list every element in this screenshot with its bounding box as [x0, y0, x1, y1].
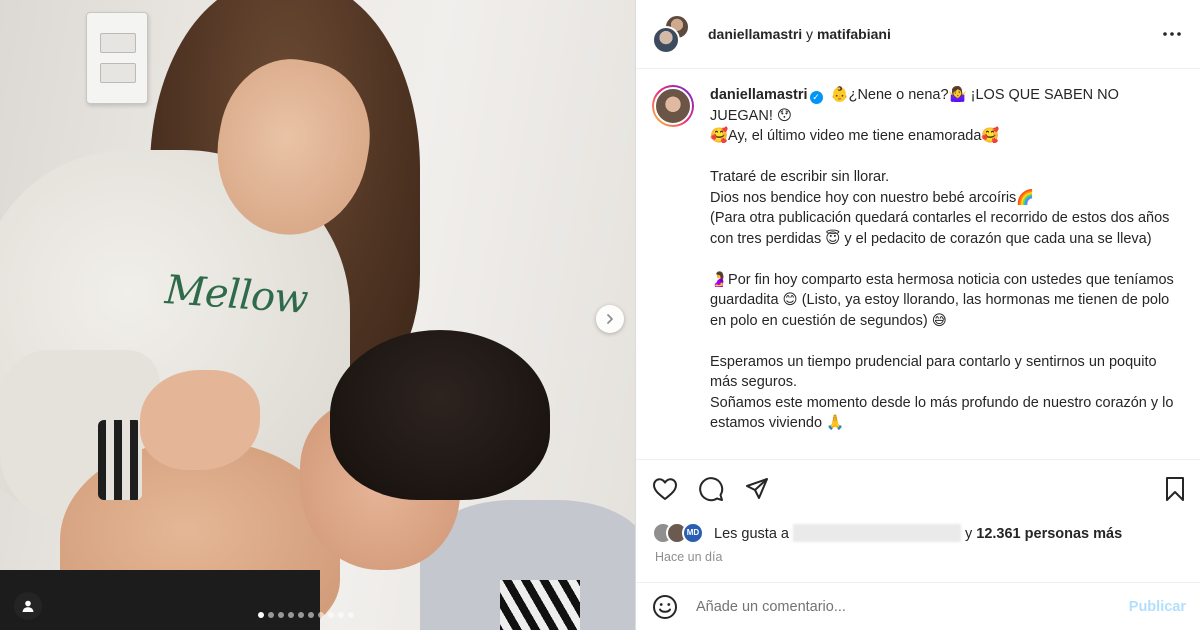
- carousel-dot: [328, 612, 334, 618]
- user-tag-button[interactable]: [14, 592, 42, 620]
- smiley-icon: [653, 594, 677, 619]
- comment-input[interactable]: [696, 598, 1119, 615]
- instagram-post: Mellow daniellamastri y matifabiani dani…: [0, 0, 1200, 630]
- photo-man-hair: [330, 330, 550, 500]
- caption-line: 🤰Por fin hoy comparto esta hermosa notic…: [710, 271, 1174, 329]
- caption-line: Soñamos este momento desde lo más profun…: [710, 394, 1174, 432]
- collab-conjunction: y: [806, 26, 814, 42]
- photo-hoodie-stripes: [500, 580, 580, 630]
- likes-prefix: Les gusta a: [714, 526, 789, 542]
- carousel-dot: [348, 612, 354, 618]
- light-switch: [86, 12, 148, 104]
- collab-usernames: daniellamastri y matifabiani: [708, 26, 891, 42]
- emoji-button[interactable]: [652, 593, 680, 621]
- post-side-panel: daniellamastri y matifabiani daniellamas…: [636, 0, 1200, 630]
- carousel-dot: [338, 612, 344, 618]
- user-tag-icon: [22, 600, 34, 612]
- caption-section: daniellamastri ✓ 👶¿Nene o nena?🤷‍♀️ ¡LOS …: [636, 69, 1200, 460]
- avatar[interactable]: [652, 85, 694, 127]
- caption-line: (Para otra publicación quedará contarles…: [710, 210, 1170, 247]
- liker-avatars[interactable]: MD: [652, 522, 708, 544]
- caption-line: Dios nos bendice hoy con nuestro bebé ar…: [710, 189, 1035, 206]
- likes-summary: MD Les gusta a y 12.361 personas más: [636, 518, 1200, 548]
- avatar: MD: [682, 522, 704, 544]
- caption-line: Esperamos un tiempo prudencial para cont…: [710, 353, 1157, 391]
- photo-cuff: [98, 420, 142, 500]
- caption-line: 🥰Ay, el último video me tiene enamorada🥰: [710, 128, 1000, 144]
- avatar: [652, 26, 680, 54]
- comment-button[interactable]: [698, 473, 730, 505]
- username-link[interactable]: matifabiani: [817, 26, 891, 42]
- carousel-next-button[interactable]: [596, 305, 624, 333]
- more-options-button[interactable]: [1160, 22, 1184, 46]
- post-caption: daniellamastri ✓ 👶¿Nene o nena?🤷‍♀️ ¡LOS …: [710, 85, 1180, 459]
- photo-hand: [140, 370, 260, 470]
- post-comment-button[interactable]: Publicar: [1129, 599, 1186, 615]
- verified-badge-icon: ✓: [809, 91, 823, 104]
- post-timestamp[interactable]: Hace un día: [636, 548, 1200, 582]
- carousel-indicator: [258, 612, 354, 618]
- save-button[interactable]: [1154, 473, 1186, 505]
- carousel-dot: [268, 612, 274, 618]
- post-header: daniellamastri y matifabiani: [636, 0, 1200, 69]
- carousel-dot: [288, 612, 294, 618]
- photo-sweater-logo: Mellow: [163, 267, 309, 323]
- like-button[interactable]: [652, 473, 684, 505]
- caption-line: Trataré de escribir sin llorar.: [710, 169, 890, 185]
- likes-text: Les gusta a y 12.361 personas más: [714, 524, 1122, 542]
- post-media[interactable]: Mellow: [0, 0, 636, 630]
- comment-composer: Publicar: [636, 582, 1200, 630]
- comment-icon: [699, 477, 724, 502]
- carousel-dot: [308, 612, 314, 618]
- carousel-dot: [298, 612, 304, 618]
- collab-avatars[interactable]: [652, 14, 692, 54]
- share-icon: [746, 478, 768, 499]
- action-bar: [636, 460, 1200, 518]
- share-button[interactable]: [744, 473, 776, 505]
- bookmark-icon: [1166, 477, 1184, 501]
- caption-username[interactable]: daniellamastri: [710, 87, 808, 103]
- more-horizontal-icon: [1163, 32, 1181, 36]
- chevron-right-icon: [607, 314, 613, 324]
- likes-conjunction: y: [964, 526, 973, 542]
- likes-count[interactable]: 12.361 personas más: [976, 526, 1122, 542]
- redacted-username: [792, 524, 961, 542]
- carousel-dot: [278, 612, 284, 618]
- carousel-dot: [258, 612, 264, 618]
- photo-pants: [0, 570, 320, 630]
- avatar-image: [654, 87, 692, 125]
- carousel-dot: [318, 612, 324, 618]
- username-link[interactable]: daniellamastri: [708, 26, 802, 42]
- heart-icon: [653, 478, 677, 500]
